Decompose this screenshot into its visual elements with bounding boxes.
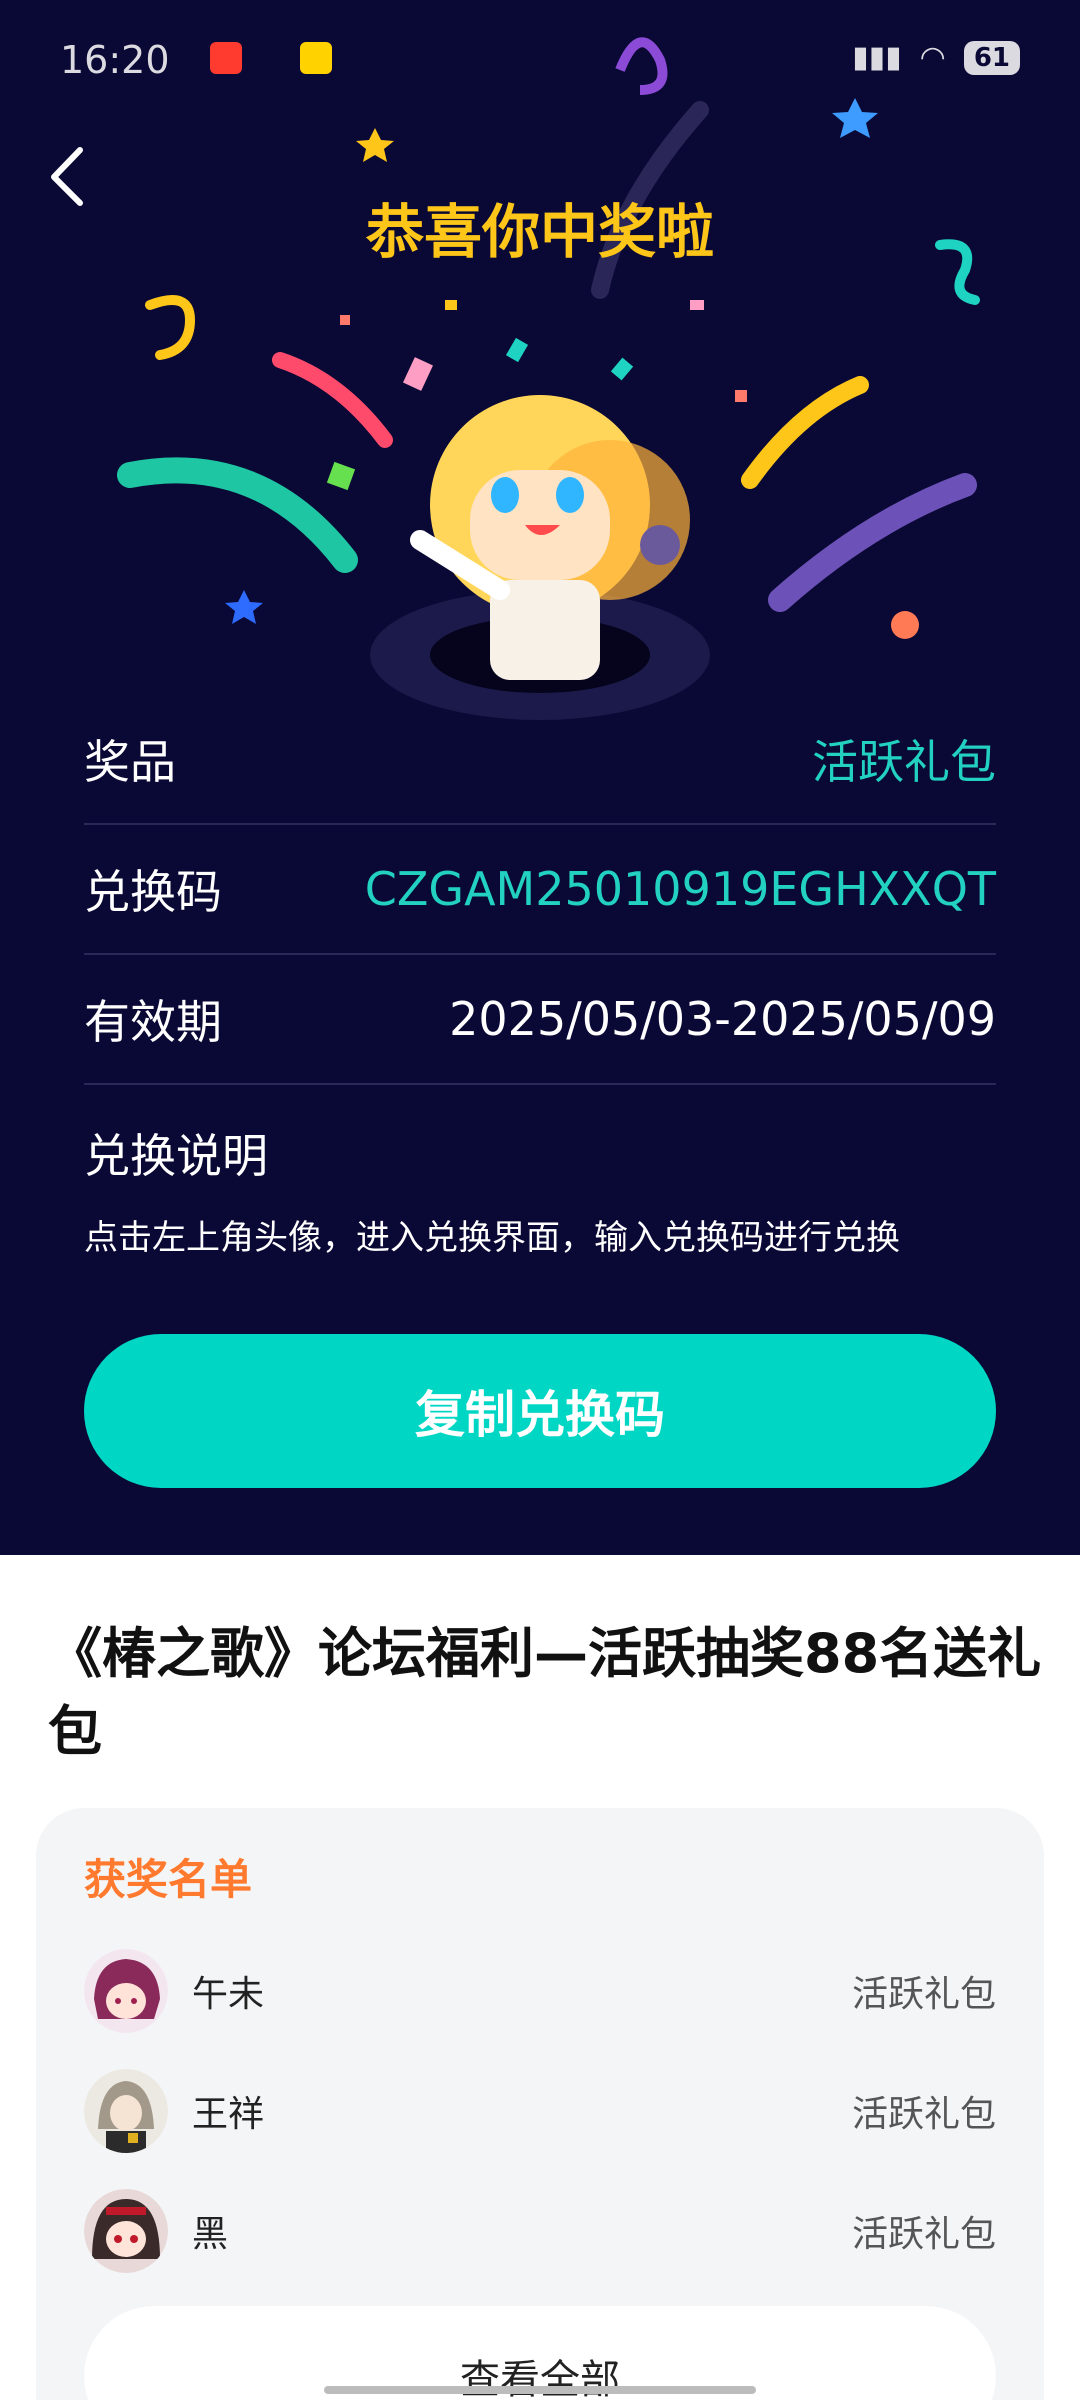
celebration-illustration bbox=[117, 37, 980, 720]
instructions-text: 点击左上角头像，进入兑换界面，输入兑换码进行兑换 bbox=[84, 1218, 900, 1258]
event-title: 《椿之歌》论坛福利—活跃抽奖88名送礼包 bbox=[48, 1622, 1042, 1763]
winner-name: 午未 bbox=[192, 1974, 265, 2015]
code-label: 兑换码 bbox=[84, 865, 222, 919]
winners-title: 获奖名单 bbox=[84, 1855, 253, 1904]
home-indicator[interactable] bbox=[324, 2386, 756, 2394]
prize-row: 奖品 活跃礼包 bbox=[84, 695, 996, 825]
winners-card: 获奖名单 午未 活跃礼包 王祥 活跃礼包 黑 活跃礼包 查看全部 bbox=[36, 1808, 1044, 2400]
validity-value: 2025/05/03-2025/05/09 bbox=[449, 992, 996, 1046]
copy-code-button[interactable]: 复制兑换码 bbox=[84, 1334, 996, 1488]
winner-name: 王祥 bbox=[192, 2094, 265, 2135]
avatar bbox=[84, 2069, 168, 2153]
avatar bbox=[84, 1949, 168, 2033]
prize-value: 活跃礼包 bbox=[812, 735, 996, 789]
validity-row: 有效期 2025/05/03-2025/05/09 bbox=[84, 955, 996, 1085]
avatar bbox=[84, 2189, 168, 2273]
redeem-code[interactable]: CZGAM25010919EGHXXQT bbox=[365, 862, 996, 916]
winner-row[interactable]: 黑 活跃礼包 bbox=[84, 2186, 996, 2276]
prize-label: 奖品 bbox=[84, 735, 176, 789]
winner-row[interactable]: 王祥 活跃礼包 bbox=[84, 2066, 996, 2156]
winner-prize: 活跃礼包 bbox=[851, 2094, 996, 2135]
winner-prize: 活跃礼包 bbox=[851, 1974, 996, 2015]
congrats-heading: 恭喜你中奖啦 bbox=[365, 198, 714, 266]
code-row: 兑换码 CZGAM25010919EGHXXQT bbox=[84, 825, 996, 955]
instructions-title: 兑换说明 bbox=[84, 1129, 268, 1183]
winner-prize: 活跃礼包 bbox=[851, 2214, 996, 2255]
winner-name: 黑 bbox=[192, 2214, 229, 2255]
validity-label: 有效期 bbox=[84, 995, 222, 1049]
prize-hero: 16:20 ▮▮▮ ◠ 61 恭喜你中奖啦 奖品 活跃礼包 兑换码 CZGAM2… bbox=[0, 0, 1080, 1555]
winner-row[interactable]: 午未 活跃礼包 bbox=[84, 1946, 996, 2036]
